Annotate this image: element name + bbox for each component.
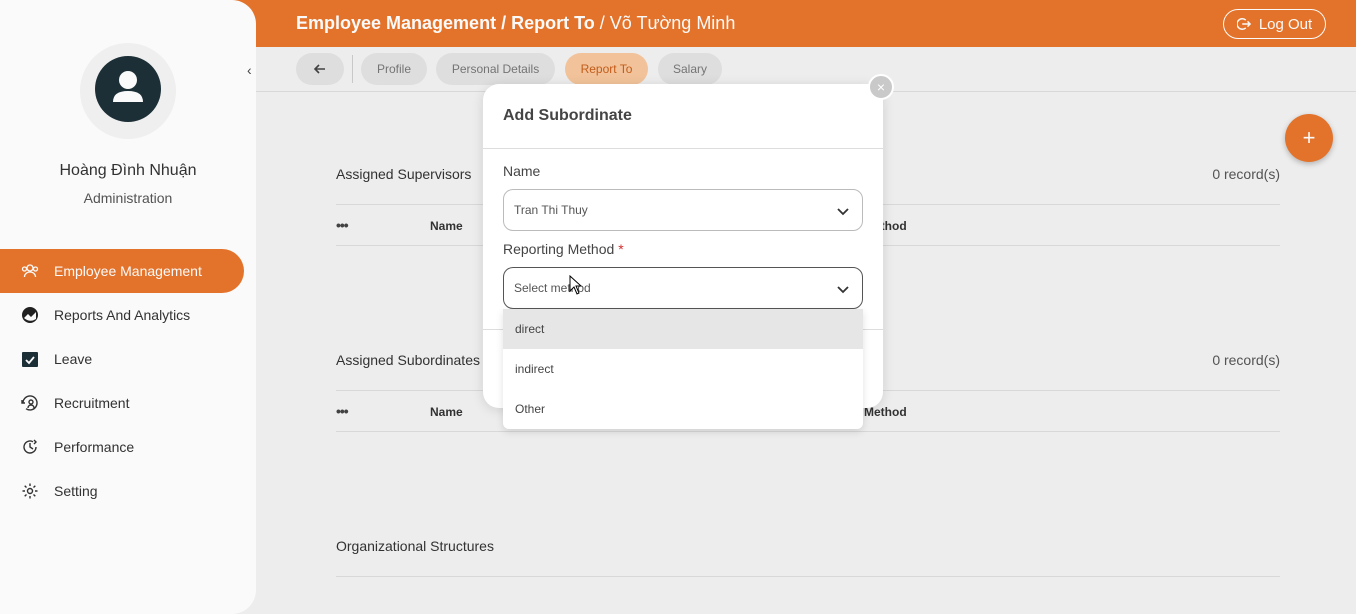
modal-title: Add Subordinate <box>503 107 632 124</box>
option-other[interactable]: Other <box>503 389 863 429</box>
name-select[interactable]: Tran Thi Thuy <box>503 189 863 231</box>
option-direct[interactable]: direct <box>503 309 863 349</box>
reporting-method-label-text: Reporting Method <box>503 241 615 257</box>
chevron-down-icon <box>837 286 849 294</box>
required-marker: * <box>618 241 624 257</box>
reporting-method-dropdown: direct indirect Other <box>503 309 863 429</box>
option-indirect[interactable]: indirect <box>503 349 863 389</box>
reporting-method-label: Reporting Method * <box>503 241 624 257</box>
chevron-down-icon <box>837 208 849 216</box>
close-modal-button[interactable]: × <box>868 74 894 100</box>
name-select-value: Tran Thi Thuy <box>514 203 588 217</box>
name-label: Name <box>503 163 541 179</box>
reporting-method-select[interactable]: Select method <box>503 267 863 309</box>
mouse-cursor-icon <box>569 275 583 295</box>
modal-divider <box>483 148 883 149</box>
